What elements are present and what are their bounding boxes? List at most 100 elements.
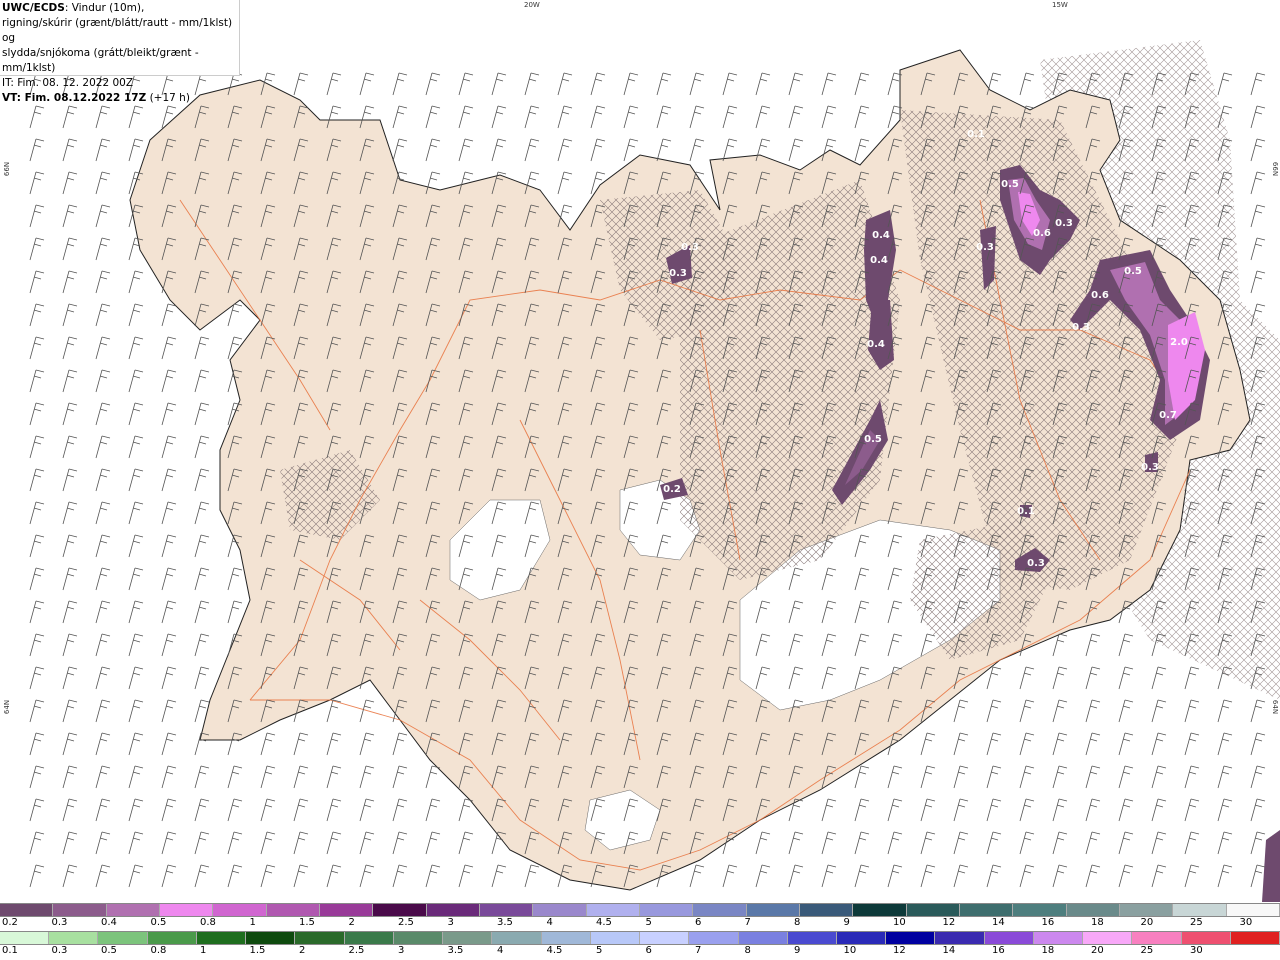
snow_scale-swatch xyxy=(213,904,267,916)
rain_scale-label: 2 xyxy=(299,945,306,956)
svg-text:0.5: 0.5 xyxy=(1001,179,1019,190)
snow_scale-swatch xyxy=(533,904,587,916)
snow_scale-label: 0.8 xyxy=(200,917,216,928)
rain_scale-label: 6 xyxy=(645,945,652,956)
svg-text:0.3: 0.3 xyxy=(1027,558,1045,569)
snow_scale-swatch xyxy=(0,904,54,916)
svg-text:0.3: 0.3 xyxy=(976,242,994,253)
svg-text:0.4: 0.4 xyxy=(870,255,888,266)
snow_scale-swatch xyxy=(799,904,854,916)
rain_scale-label: 8 xyxy=(744,945,751,956)
rain_scale-swatch xyxy=(246,932,296,944)
snow_scale-label: 0.2 xyxy=(2,917,18,928)
svg-text:0.5: 0.5 xyxy=(1124,266,1142,277)
rain_scale-swatch xyxy=(344,932,394,944)
rain_scale-label: 0.1 xyxy=(2,945,18,956)
rain_scale-label: 3 xyxy=(398,945,405,956)
svg-text:2.0: 2.0 xyxy=(1170,337,1188,348)
snow_scale-swatch xyxy=(746,904,800,916)
rain_scale-label: 4 xyxy=(497,945,504,956)
svg-text:0.5: 0.5 xyxy=(864,434,882,445)
info-line2: rigning/skúrir (grænt/blátt/rautt - mm/1… xyxy=(2,17,233,44)
rain_scale-swatch xyxy=(98,932,148,944)
snow_scale-swatch xyxy=(693,904,747,916)
svg-text:0.7: 0.7 xyxy=(1159,410,1177,421)
rain_scale-swatch xyxy=(1083,932,1133,944)
svg-text:0.4: 0.4 xyxy=(867,339,885,350)
snow_scale-swatch xyxy=(373,904,427,916)
rain_scale-swatch xyxy=(443,932,493,944)
snow_scale-label: 6 xyxy=(695,917,702,928)
rain_scale-swatch xyxy=(541,932,591,944)
snow_scale-label: 12 xyxy=(942,917,956,928)
rain_scale-label: 10 xyxy=(843,945,857,956)
weather-map: 0.4 0.4 0.4 0.5 0.3 0.5 0.6 0.3 0.3 0.5 … xyxy=(0,0,1280,902)
snow_scale-label: 3.5 xyxy=(497,917,513,928)
snow_scale-label: 3 xyxy=(447,917,454,928)
rain_scale-swatch xyxy=(49,932,99,944)
rain_scale-swatch xyxy=(147,932,197,944)
rain_scale-label: 5 xyxy=(596,945,603,956)
snow_scale-swatch xyxy=(479,904,534,916)
rain_scale-swatch xyxy=(196,932,247,944)
rain_scale-label: 12 xyxy=(893,945,906,956)
snow-scale-labels: 0.2 0.3 0.4 0.5 0.8 1 1.5 2 2.5 3 3.5 4 4.5 5 6 7 8 9 10 12… xyxy=(0,917,1280,931)
snow_scale-swatch xyxy=(906,904,960,916)
valid-time: VT: Fim. 08.12.2022 17Z xyxy=(2,92,147,104)
rain_scale-swatch xyxy=(1230,932,1280,944)
rain_scale-label: 3.5 xyxy=(447,945,464,956)
rain_scale-swatch xyxy=(1033,932,1084,944)
snow_scale-swatch xyxy=(319,904,374,916)
snow_scale-swatch xyxy=(266,904,320,916)
rain_scale-label: 16 xyxy=(992,945,1005,956)
snow_scale-swatch xyxy=(1173,904,1227,916)
rain_scale-swatch xyxy=(738,932,788,944)
rain_scale-swatch xyxy=(393,932,444,944)
rain_scale-label: 4.5 xyxy=(546,945,563,956)
rain_scale-label: 18 xyxy=(1041,945,1055,956)
map-info-box: UWC/ECDS: Vindur (10m), rigning/skúrir (… xyxy=(0,0,240,104)
snow_scale-label: 25 xyxy=(1190,917,1203,928)
axis-label-64n-right: 64N xyxy=(1271,699,1280,715)
snow_scale-swatch xyxy=(853,904,907,916)
rain_scale-swatch xyxy=(836,932,887,944)
snow_scale-label: 0.3 xyxy=(51,917,68,928)
svg-text:0.3: 0.3 xyxy=(681,242,699,253)
rain_scale-swatch xyxy=(1132,932,1182,944)
rain_scale-swatch xyxy=(0,932,50,944)
svg-text:0.3: 0.3 xyxy=(1141,462,1159,473)
snow_scale-label: 2 xyxy=(348,917,355,928)
rain_scale-swatch xyxy=(984,932,1034,944)
rain_scale-label: 0.8 xyxy=(150,945,167,956)
info-line3: slydda/snjókoma (grátt/bleikt/grænt - mm… xyxy=(2,47,199,74)
rain_scale-swatch xyxy=(689,932,739,944)
svg-text:0.4: 0.4 xyxy=(872,230,890,241)
rain-color-scale xyxy=(0,931,1280,945)
svg-text:0.3: 0.3 xyxy=(669,268,687,279)
snow_scale-swatch xyxy=(959,904,1014,916)
rain_scale-swatch xyxy=(492,932,542,944)
axis-label-64n-left: 64N xyxy=(3,699,12,715)
axis-label-66n-left: 66N xyxy=(3,161,12,177)
snow_scale-label: 0.5 xyxy=(150,917,167,928)
rain_scale-label: 2.5 xyxy=(348,945,365,956)
snow_scale-swatch xyxy=(426,904,480,916)
snow_scale-swatch xyxy=(1013,904,1067,916)
axis-label-20w: 20W xyxy=(524,1,540,9)
snow_scale-label: 9 xyxy=(843,917,850,928)
svg-text:0.6: 0.6 xyxy=(1091,290,1109,301)
rain_scale-label: 7 xyxy=(695,945,702,956)
snow_scale-label: 14 xyxy=(992,917,1005,928)
snow_scale-label: 5 xyxy=(645,917,652,928)
rain_scale-swatch xyxy=(787,932,837,944)
snow_scale-label: 2.5 xyxy=(398,917,414,928)
snow-color-scale xyxy=(0,903,1280,917)
snow_scale-label: 0.4 xyxy=(101,917,117,928)
snow_scale-swatch xyxy=(159,904,214,916)
rain_scale-label: 14 xyxy=(942,945,956,956)
snow_scale-swatch xyxy=(586,904,640,916)
rain_scale-label: 1 xyxy=(200,945,207,956)
snow_scale-swatch xyxy=(1066,904,1120,916)
rain-scale-labels: 0.1 0.3 0.5 0.8 1 1.5 2 2.5 3 3.5 4 4.5 5 6 7 8 9 10 12 14 1… xyxy=(0,945,1280,959)
rain_scale-swatch xyxy=(590,932,641,944)
